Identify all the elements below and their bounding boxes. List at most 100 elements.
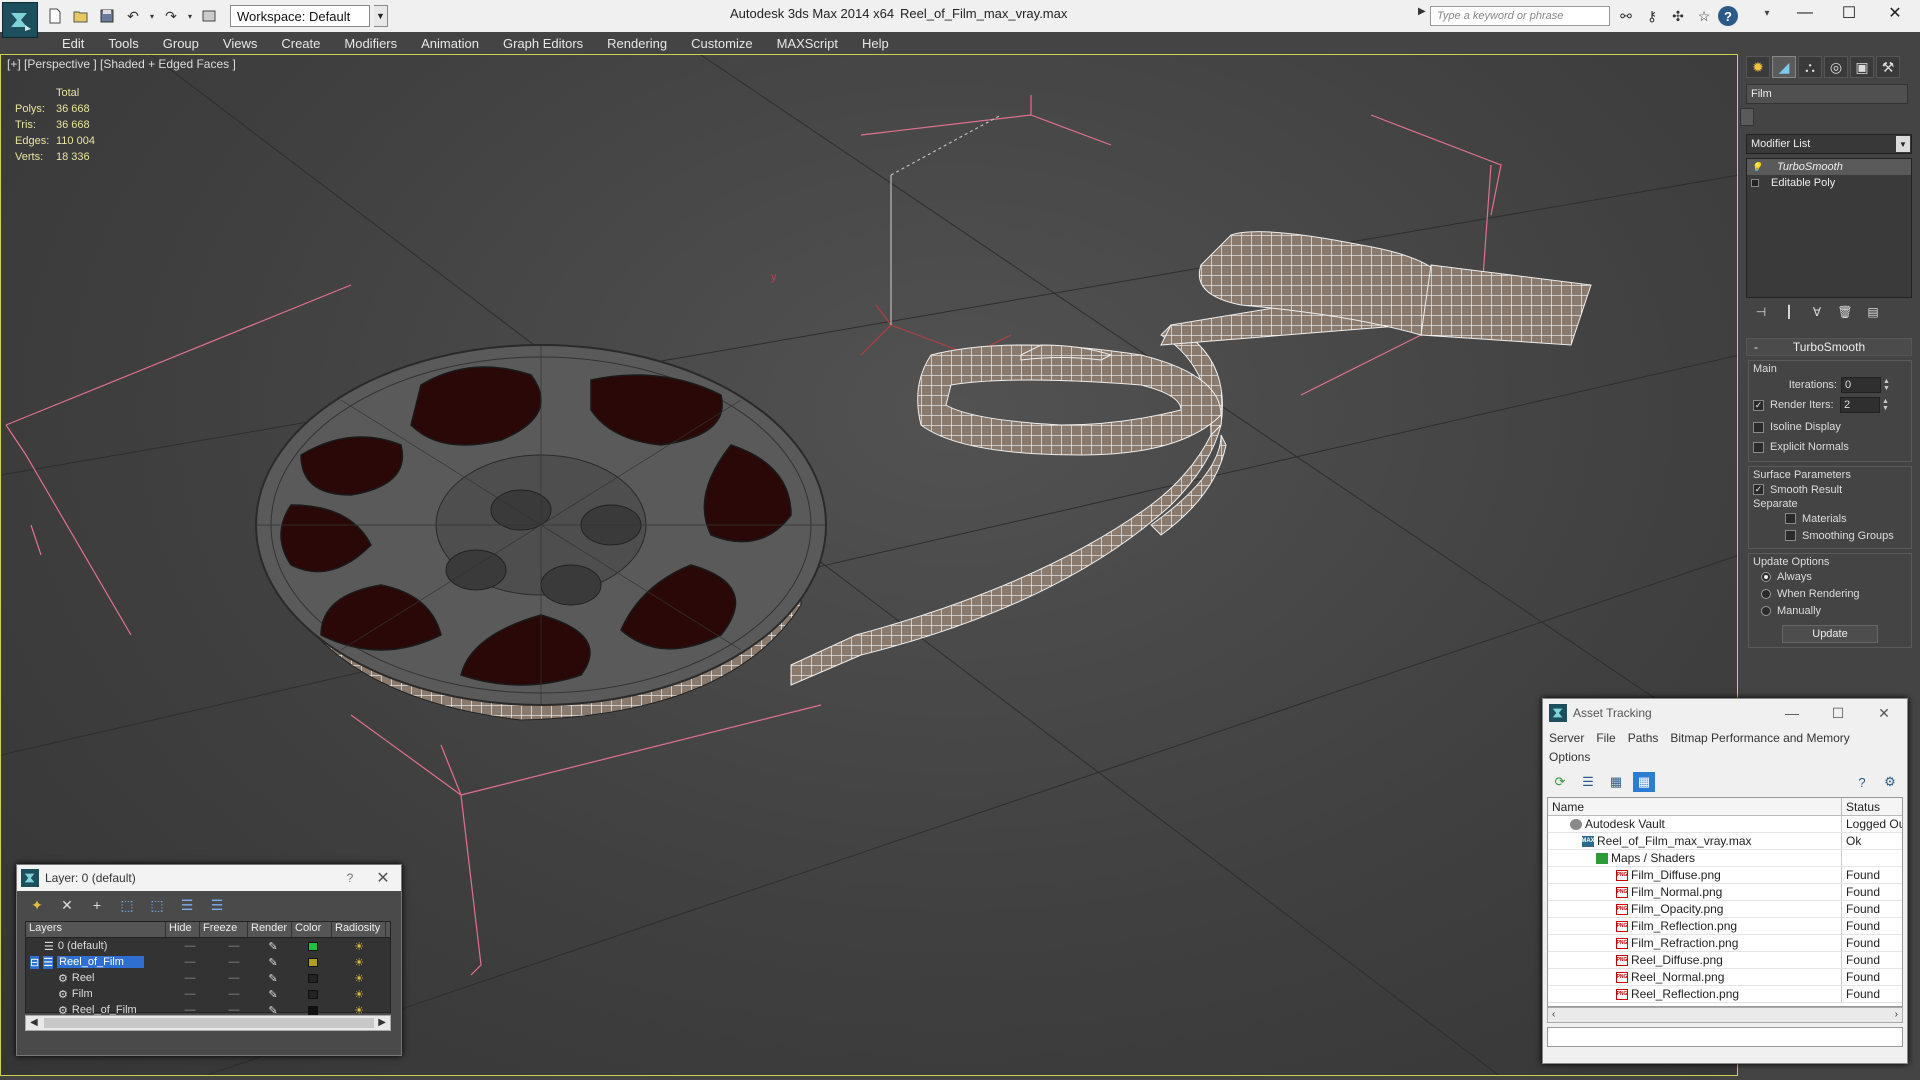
menu-graph-editors[interactable]: Graph Editors [491, 36, 595, 51]
maximize-icon[interactable]: ☐ [1826, 0, 1872, 26]
asset-path-field[interactable] [1547, 1027, 1903, 1047]
always-radio[interactable] [1761, 571, 1771, 582]
expand-box-icon[interactable] [1751, 179, 1759, 187]
layer-row[interactable]: ⚙ Reel — — ✎ ☀ [26, 970, 390, 986]
asset-help-icon[interactable]: ? [1851, 772, 1873, 792]
lightbulb-icon[interactable]: 💡 [1751, 162, 1762, 173]
hierarchy-tab-icon[interactable]: ⛬ [1798, 56, 1822, 78]
materials-checkbox[interactable] [1785, 513, 1796, 524]
layer-color-swatch[interactable] [308, 941, 318, 951]
asset-dialog-titlebar[interactable]: Asset Tracking — ☐ ✕ [1543, 699, 1907, 727]
freeze-toggle-icon[interactable]: — [214, 940, 254, 952]
subscription-key-icon[interactable]: ⚷ [1642, 6, 1662, 26]
column-header[interactable]: Freeze [200, 922, 248, 937]
radiosity-toggle-icon[interactable]: ☀ [334, 972, 384, 985]
motion-tab-icon[interactable]: ◎ [1824, 56, 1848, 78]
asset-row[interactable]: PNG Reel_Normal.png Found [1548, 969, 1902, 986]
asset-menu-bitmap-performance[interactable]: Bitmap Performance and Memory [1670, 729, 1849, 748]
menu-create[interactable]: Create [269, 36, 332, 51]
modifier-list-dropdown[interactable]: Modifier List ▼ [1746, 134, 1912, 154]
table-view-icon[interactable]: ▦ [1633, 772, 1655, 792]
scroll-right-icon[interactable]: ▶ [378, 1017, 386, 1028]
when-rendering-radio[interactable] [1761, 588, 1771, 599]
hide-toggle-icon[interactable]: — [166, 940, 214, 952]
horizontal-scrollbar[interactable]: ‹ › [1547, 1007, 1903, 1023]
search-input[interactable]: Type a keyword or phrase [1430, 6, 1610, 26]
layer-color-swatch[interactable] [308, 973, 318, 983]
undo-dropdown-icon[interactable]: ▾ [148, 5, 156, 27]
stack-item-turbosmooth[interactable]: 💡 TurboSmooth [1747, 159, 1911, 175]
asset-settings-icon[interactable]: ⚙ [1879, 772, 1901, 792]
maximize-icon[interactable]: ☐ [1815, 705, 1861, 722]
list-view-icon[interactable]: ☰ [1577, 772, 1599, 792]
menu-maxscript[interactable]: MAXScript [765, 36, 850, 51]
minimize-icon[interactable]: — [1782, 0, 1828, 26]
layer-dialog-titlebar[interactable]: Layer: 0 (default) ? ✕ [17, 865, 401, 891]
layer-row[interactable]: ⚙ Film — — ✎ ☀ [26, 986, 390, 1002]
asset-menu-options[interactable]: Options [1549, 748, 1590, 767]
menu-modifiers[interactable]: Modifiers [332, 36, 409, 51]
communication-center-icon[interactable]: ✣ [1668, 6, 1688, 26]
manually-radio[interactable] [1761, 605, 1771, 616]
radiosity-toggle-icon[interactable]: ☀ [334, 956, 384, 969]
menu-customize[interactable]: Customize [679, 36, 764, 51]
workspace-dropdown[interactable]: Workspace: Default [230, 5, 370, 27]
render-toggle-icon[interactable]: ✎ [254, 940, 292, 953]
select-layer-icon[interactable]: ⬚ [147, 896, 167, 914]
column-header[interactable]: Radiosity [332, 922, 386, 937]
menu-edit[interactable]: Edit [50, 36, 96, 51]
menu-tools[interactable]: Tools [96, 36, 150, 51]
asset-row[interactable]: MAX Reel_of_Film_max_vray.max Ok [1548, 833, 1902, 850]
minimize-icon[interactable]: — [1769, 705, 1815, 721]
redo-dropdown-icon[interactable]: ▾ [186, 5, 194, 27]
asset-row[interactable]: Autodesk Vault Logged Out [1548, 816, 1902, 833]
column-header[interactable]: Render [248, 922, 292, 937]
app-menu-button[interactable] [2, 2, 38, 38]
asset-row[interactable]: PNG Film_Normal.png Found [1548, 884, 1902, 901]
hide-all-icon[interactable]: ☰ [207, 896, 227, 914]
render-toggle-icon[interactable]: ✎ [254, 988, 292, 1001]
delete-layer-icon[interactable]: ✕ [57, 896, 77, 914]
undo-icon[interactable]: ↶ [122, 5, 144, 27]
render-toggle-icon[interactable]: ✎ [254, 956, 292, 969]
iterations-spinner[interactable]: 0 [1841, 377, 1881, 393]
scroll-right-icon[interactable]: › [1895, 1009, 1898, 1020]
asset-row[interactable]: PNG Film_Refraction.png Found [1548, 935, 1902, 952]
detail-view-icon[interactable]: ▦ [1605, 772, 1627, 792]
close-icon[interactable]: ✕ [365, 868, 401, 888]
show-end-result-icon[interactable]: ┃ [1780, 304, 1798, 320]
column-header-status[interactable]: Status [1842, 798, 1902, 815]
hide-toggle-icon[interactable]: — [166, 972, 214, 984]
utilities-tab-icon[interactable]: ⚒ [1876, 56, 1900, 78]
create-tab-icon[interactable]: ✹ [1746, 56, 1770, 78]
radiosity-toggle-icon[interactable]: ☀ [334, 988, 384, 1001]
search-expand-icon[interactable]: ▶ [1418, 6, 1426, 17]
column-header-name[interactable]: Name [1548, 798, 1842, 815]
close-icon[interactable]: ✕ [1861, 705, 1907, 722]
menu-help[interactable]: Help [850, 36, 901, 51]
object-color-swatch[interactable] [1740, 108, 1754, 126]
modify-tab-icon[interactable]: ◢ [1772, 56, 1796, 78]
menu-views[interactable]: Views [211, 36, 269, 51]
menu-rendering[interactable]: Rendering [595, 36, 679, 51]
column-header[interactable]: Layers [26, 922, 166, 937]
object-name-input[interactable]: Film [1746, 84, 1908, 104]
project-folder-icon[interactable] [198, 5, 220, 27]
render-iters-spinner[interactable]: 2 [1840, 397, 1880, 413]
open-folder-icon[interactable] [70, 5, 92, 27]
explicit-normals-checkbox[interactable] [1753, 441, 1764, 453]
layer-color-swatch[interactable] [308, 957, 318, 967]
freeze-toggle-icon[interactable]: — [214, 956, 254, 968]
freeze-toggle-icon[interactable]: — [214, 988, 254, 1000]
hide-toggle-icon[interactable]: — [166, 988, 214, 1000]
make-unique-icon[interactable]: ∀ [1808, 304, 1826, 320]
close-icon[interactable]: ✕ [1872, 0, 1918, 26]
refresh-icon[interactable]: ⟳ [1549, 772, 1571, 792]
scrollbar-thumb[interactable] [44, 1018, 374, 1028]
display-tab-icon[interactable]: ▣ [1850, 56, 1874, 78]
set-current-layer-icon[interactable]: ☰ [177, 896, 197, 914]
pin-stack-icon[interactable]: ⊣ [1752, 304, 1770, 320]
help-button[interactable]: ? [335, 871, 365, 885]
stack-item-editable-poly[interactable]: Editable Poly [1747, 175, 1911, 191]
create-layer-icon[interactable]: ✦ [27, 896, 47, 914]
